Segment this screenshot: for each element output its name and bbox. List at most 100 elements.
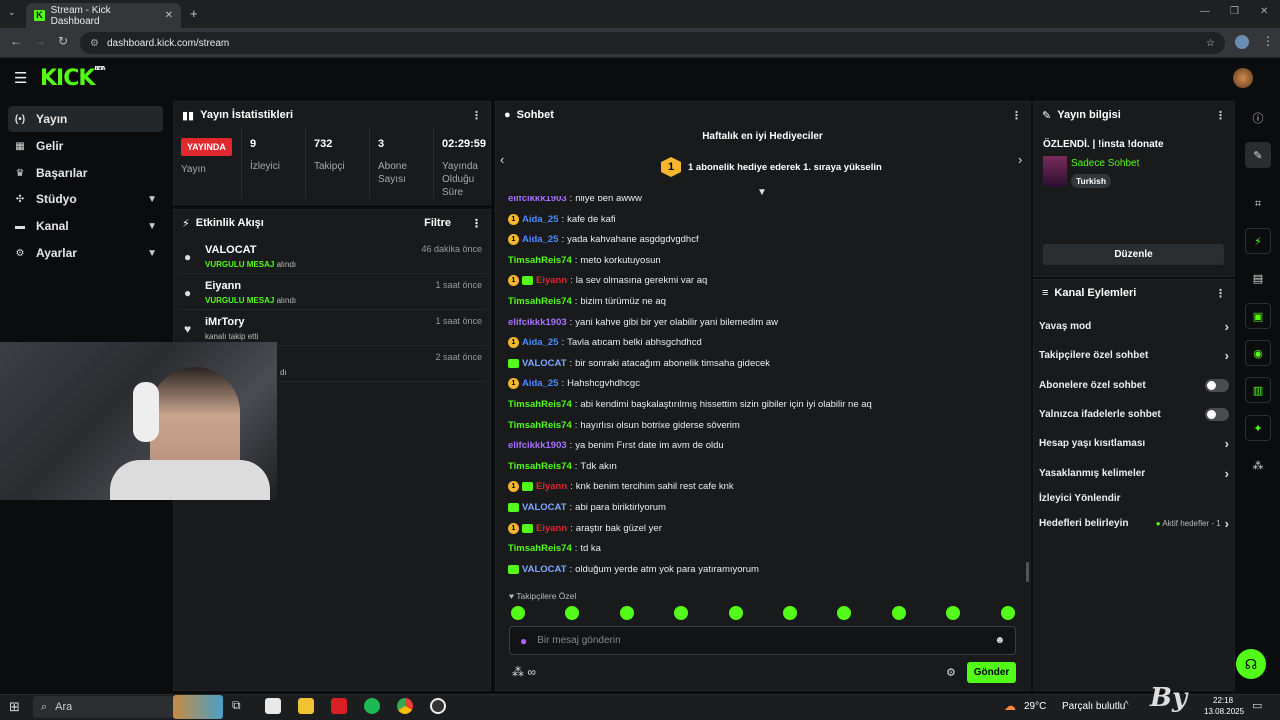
browser-tab[interactable]: K Stream - Kick Dashboard ✕ [26, 3, 181, 28]
hamburger-menu-icon[interactable]: ☰ [14, 69, 27, 87]
maximize-icon[interactable]: ❐ [1230, 6, 1239, 17]
chevron-right-icon[interactable]: › [1018, 152, 1022, 167]
support-icon[interactable]: ☊ [1236, 649, 1266, 679]
windows-start-icon[interactable]: ⊞ [9, 699, 20, 715]
bookmark-star-icon[interactable]: ☆ [1206, 38, 1215, 49]
activity-item[interactable]: ♥ iMrTory kanalı takip etti 1 saat önce [180, 312, 486, 346]
browser-menu-icon[interactable]: ⋮ [1262, 34, 1274, 48]
chat-message[interactable]: 1 Aida_25: yada kahvahane asgdgdvgdhcf [508, 234, 699, 246]
nav-item-yayin[interactable]: (•) Yayın [8, 106, 163, 132]
tab-list-icon[interactable]: ⌄ [8, 7, 16, 18]
reload-icon[interactable]: ↻ [58, 34, 68, 48]
emote-icon[interactable] [1000, 606, 1015, 620]
user-avatar[interactable] [1233, 68, 1253, 88]
url-input[interactable]: ⚙ dashboard.kick.com/stream ☆ [80, 32, 1225, 54]
broadcast-icon[interactable]: ◉ [1245, 340, 1271, 366]
chat-message[interactable]: TimsahReis74: Tdk akın [508, 461, 617, 472]
chat-username[interactable]: TimsahReis74 [508, 399, 572, 410]
file-explorer-icon[interactable] [298, 698, 314, 714]
chat-message[interactable]: 1 Eiyann: knk benim tercihim sahil rest ca… [508, 481, 734, 493]
nav-item-studyo[interactable]: ✣ Stüdyo ▼ [8, 186, 163, 212]
close-window-icon[interactable]: ✕ [1260, 6, 1268, 17]
chat-username[interactable]: TimsahReis74 [508, 296, 572, 307]
chat-message[interactable]: TimsahReis74: bizim türümüz ne aq [508, 296, 666, 307]
action-account-age[interactable]: Hesap yaşı kısıtlaması › [1039, 433, 1229, 453]
nav-item-basarilar[interactable]: ♛ Başarılar [8, 160, 163, 186]
chat-username[interactable]: VALOCAT [522, 564, 567, 575]
action-subscribers-only[interactable]: Abonelere özel sohbet [1039, 375, 1229, 395]
chat-username[interactable]: TimsahReis74 [508, 543, 572, 554]
more-options-icon[interactable]: ⋮ [1215, 287, 1226, 300]
edit-button[interactable]: Düzenle [1043, 244, 1224, 265]
chat-username[interactable]: elifcikkk1903 [508, 317, 567, 328]
chat-message[interactable]: TimsahReis74: td ka [508, 543, 601, 554]
action-emotes-only[interactable]: Yalnızca ifadelerle sohbet [1039, 404, 1229, 424]
focus-icon[interactable]: ⌗ [1245, 191, 1271, 217]
nav-item-gelir[interactable]: ▦ Gelir [8, 133, 163, 159]
category-link[interactable]: Sadece Sohbet [1071, 158, 1139, 169]
more-options-icon[interactable]: ⋮ [471, 109, 482, 122]
send-button[interactable]: Gönder [967, 662, 1016, 683]
chat-message[interactable]: elifcikkk1903: hiiye ben awww [508, 196, 642, 204]
chat-message[interactable]: 1 Eiyann: la sev olmasına gerekmi var aq [508, 275, 707, 287]
emote-icon[interactable] [511, 606, 525, 620]
emote-icon[interactable] [728, 606, 743, 620]
activity-item[interactable]: ● VALOCAT VURGULU MESAJ alındı 46 dakika… [180, 240, 486, 274]
lightning-icon[interactable]: ⚡ [1245, 228, 1271, 254]
chat-message[interactable]: TimsahReis74: abi kendimi başkalaştırılmı… [508, 399, 872, 410]
chevron-left-icon[interactable]: ‹ [500, 152, 504, 167]
action-host-viewers[interactable]: İzleyici Yönlendir [1039, 488, 1229, 508]
more-options-icon[interactable]: ⋮ [1215, 109, 1226, 122]
emote-icon[interactable] [783, 606, 797, 620]
nav-item-ayarlar[interactable]: ⚙ Ayarlar ▼ [8, 240, 163, 266]
emoji-icon[interactable]: ☻ [994, 635, 1005, 646]
action-followers-only[interactable]: Takipçilere özel sohbet › [1039, 345, 1229, 365]
weather-desc[interactable]: Parçalı bulutlu [1062, 701, 1125, 712]
back-icon[interactable]: ← [10, 34, 22, 48]
chat-username[interactable]: elifcikkk1903 [508, 440, 567, 451]
chat-username[interactable]: TimsahReis74 [508, 255, 572, 266]
close-tab-icon[interactable]: ✕ [165, 10, 173, 21]
layout-icon[interactable]: ▥ [1245, 377, 1271, 403]
more-options-icon[interactable]: ⋮ [1011, 109, 1022, 122]
chat-username[interactable]: TimsahReis74 [508, 420, 572, 431]
chrome-icon[interactable] [397, 698, 413, 714]
chat-tools[interactable]: ⁂ ∞ [512, 665, 536, 679]
chat-message[interactable]: VALOCAT: bir sonraki atacağım abonelik ti… [508, 358, 770, 369]
activity-item[interactable]: ● Eiyann VURGULU MESAJ alındı 1 saat önc… [180, 276, 486, 310]
task-view-icon[interactable]: ⧉ [232, 698, 248, 714]
chat-username[interactable]: Eiyann [536, 275, 567, 286]
chat-message[interactable]: 1 Aida_25: Tavla atıcam belki abhsgchdhcd [508, 337, 702, 349]
language-tag[interactable]: Turkish [1071, 174, 1112, 188]
chat-message[interactable]: VALOCAT: abi para biriktirlyorum [508, 502, 666, 513]
forward-icon[interactable]: → [34, 34, 46, 48]
obs-icon[interactable] [430, 698, 446, 714]
chat-message[interactable]: 1 Aida_25: kafe de kafi [508, 213, 616, 225]
chat-username[interactable]: TimsahReis74 [508, 461, 572, 472]
chat-username[interactable]: Eiyann [536, 523, 567, 534]
wrench-icon[interactable]: ✦ [1245, 415, 1271, 441]
edit-pencil-icon[interactable]: ✎ [1245, 142, 1271, 168]
chat-message[interactable]: 1 Aida_25: Hahshcgvhdhcgc [508, 378, 640, 390]
site-info-icon[interactable]: ⚙ [90, 38, 99, 49]
chat-username[interactable]: elifcikkk1903 [508, 196, 567, 204]
emote-icon[interactable] [891, 606, 906, 620]
document-icon[interactable]: ▤ [1245, 265, 1271, 291]
nav-item-kanal[interactable]: ▬ Kanal ▼ [8, 213, 163, 239]
info-icon[interactable]: ⓘ [1245, 105, 1271, 131]
kick-logo[interactable]: KICKBETA [40, 66, 106, 91]
store-icon[interactable] [265, 698, 281, 714]
netflix-icon[interactable] [331, 698, 347, 714]
more-options-icon[interactable]: ⋮ [471, 217, 482, 230]
chat-message[interactable]: VALOCAT: olduğum yerde atm yok para yatır… [508, 564, 759, 575]
filter-button[interactable]: Filtre [424, 217, 451, 229]
clock-time[interactable]: 22:18 [1213, 696, 1233, 705]
nodes-icon[interactable]: ⁂ [1245, 452, 1271, 478]
profile-avatar[interactable] [1235, 35, 1249, 49]
chat-username[interactable]: Aida_25 [522, 378, 558, 389]
chat-message[interactable]: 1 Eiyann: araştır bak güzel yer [508, 522, 662, 534]
chat-message[interactable]: TimsahReis74: meto korkutuyosun [508, 255, 661, 266]
chat-username[interactable]: VALOCAT [522, 358, 567, 369]
emotes-only-toggle[interactable] [1205, 407, 1229, 421]
action-set-goals[interactable]: Hedefleri belirleyin ● Aktif hedefler - … [1039, 513, 1229, 533]
